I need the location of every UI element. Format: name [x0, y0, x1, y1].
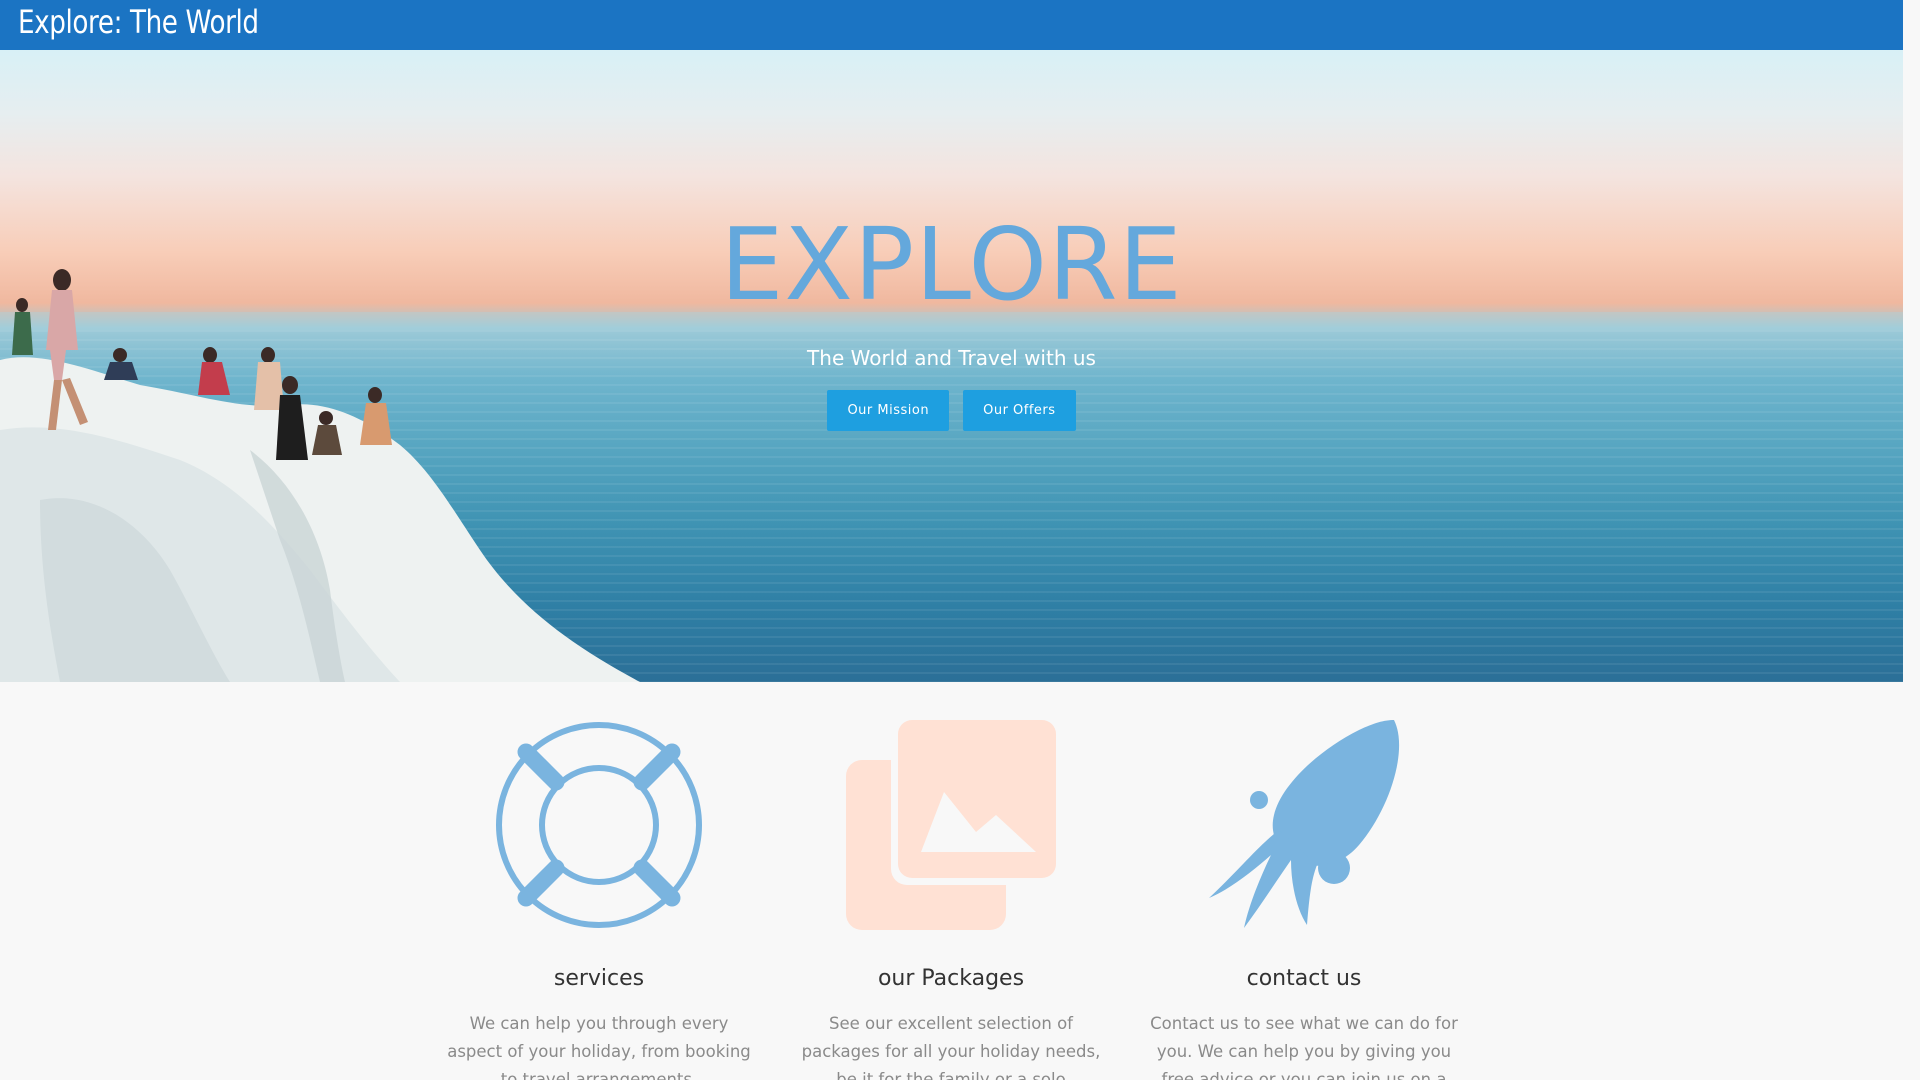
feature-text: Contact us to see what we can do for you… — [1150, 1014, 1458, 1080]
feature-text: See our excellent selection of packages … — [801, 1014, 1101, 1080]
brand-logo-text[interactable]: Explore: The World — [18, 2, 259, 42]
top-navbar: Explore: The World — [0, 0, 1903, 50]
hero-section: EXPLORE The World and Travel with us Our… — [0, 50, 1903, 682]
our-offers-button[interactable]: Our Offers — [963, 390, 1076, 431]
features-section: services We can help you through every a… — [0, 682, 1903, 1080]
feature-title: contact us — [1246, 966, 1362, 991]
page: Explore: The World EXPLORE The World and… — [0, 0, 1903, 1080]
hero-subtitle: The World and Travel with us — [807, 346, 1096, 370]
feature-text: We can help you through every aspect of … — [447, 1014, 751, 1080]
feature-title: our Packages — [877, 966, 1025, 991]
squid-icon — [1199, 720, 1409, 930]
hero-buttons: Our Mission Our Offers — [0, 390, 1903, 431]
hero-title: EXPLORE — [720, 206, 1183, 323]
life-ring-icon — [494, 720, 704, 930]
our-mission-button[interactable]: Our Mission — [827, 390, 950, 431]
feature-title: services — [553, 966, 645, 991]
images-icon — [846, 720, 1056, 930]
